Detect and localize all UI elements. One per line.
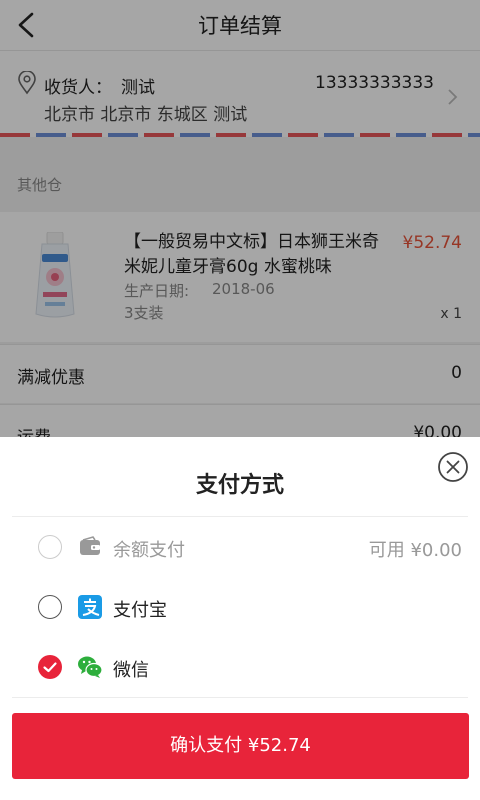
balance-label: 余额支付 — [113, 540, 185, 561]
available-balance: 可用 ¥0.00 — [368, 540, 462, 561]
sheet-title: 支付方式 — [195, 473, 284, 498]
alipay-radio[interactable] — [38, 595, 62, 619]
balance-radio[interactable] — [38, 535, 62, 559]
sheet-divider-bottom — [12, 697, 468, 698]
payment-option-alipay[interactable]: 支付宝 — [0, 579, 480, 639]
wechat-label: 微信 — [113, 660, 149, 681]
sheet-divider — [12, 516, 468, 517]
wechat-icon — [78, 656, 103, 678]
payment-option-wechat[interactable]: 微信 — [0, 639, 480, 699]
confirm-payment-button[interactable]: 确认支付 ¥52.74 — [12, 713, 469, 779]
alipay-icon — [78, 595, 102, 619]
payment-option-balance[interactable]: 余额支付 可用 ¥0.00 — [0, 519, 480, 579]
close-icon[interactable] — [437, 451, 469, 483]
wallet-icon — [80, 536, 100, 555]
alipay-label: 支付宝 — [113, 600, 167, 621]
checkmark-icon — [43, 662, 57, 673]
wechat-radio-checked[interactable] — [38, 655, 62, 679]
payment-method-sheet: 支付方式 余额支付 可用 ¥0.00 支付宝 微信 确认支付 ¥52.74 — [0, 437, 480, 800]
